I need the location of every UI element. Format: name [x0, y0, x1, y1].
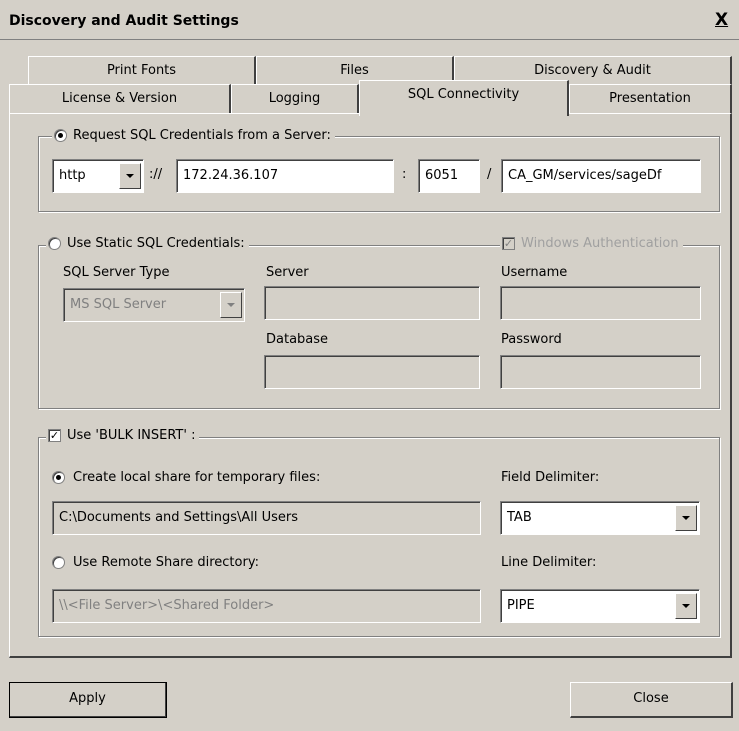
line-delimiter-label: Line Delimiter: — [501, 555, 597, 570]
tab-label: Print Fonts — [106, 63, 177, 78]
static-credentials-legend[interactable]: Use Static SQL Credentials: — [46, 236, 249, 251]
tab-label: Logging — [268, 91, 321, 106]
field-delimiter-label: Field Delimiter: — [501, 470, 600, 485]
tab-print-fonts[interactable]: Print Fonts — [28, 56, 256, 86]
chevron-down-icon[interactable] — [220, 292, 242, 318]
tab-license-version[interactable]: License & Version — [9, 84, 231, 114]
remote-share-label: Use Remote Share directory: — [73, 555, 259, 570]
static-credentials-label: Use Static SQL Credentials: — [67, 236, 245, 251]
username-input[interactable] — [500, 286, 701, 320]
host-input[interactable]: 172.24.36.107 — [176, 159, 394, 193]
protocol-select[interactable]: http — [52, 159, 144, 193]
bulk-insert-label: Use 'BULK INSERT' : — [67, 428, 196, 443]
static-credentials-radio[interactable] — [48, 237, 61, 250]
username-label: Username — [501, 265, 568, 280]
bulk-insert-checkbox[interactable]: ✓ — [48, 429, 61, 442]
window-title: Discovery and Audit Settings — [9, 13, 239, 29]
line-delimiter-value: PIPE — [507, 598, 535, 613]
tab-logging[interactable]: Logging — [231, 84, 359, 114]
chevron-down-icon[interactable] — [675, 505, 697, 531]
chevron-down-icon[interactable] — [119, 163, 141, 189]
field-delimiter-value: TAB — [507, 510, 532, 525]
request-credentials-legend[interactable]: Request SQL Credentials from a Server: — [52, 128, 335, 143]
local-share-label: Create local share for temporary files: — [73, 470, 321, 485]
tab-label: License & Version — [61, 91, 178, 106]
local-share-path[interactable]: C:\Documents and Settings\All Users — [52, 501, 481, 535]
windows-auth-label: Windows Authentication — [521, 236, 679, 251]
local-share-option[interactable]: Create local share for temporary files: — [52, 470, 320, 485]
title-bar: Discovery and Audit Settings X — [0, 0, 739, 40]
apply-button[interactable]: Apply — [9, 682, 167, 718]
tab-presentation[interactable]: Presentation — [569, 84, 732, 114]
local-share-radio[interactable] — [52, 471, 65, 484]
path-separator: / — [487, 167, 492, 182]
server-input[interactable] — [264, 286, 480, 320]
tab-label: SQL Connectivity — [407, 87, 520, 102]
port-input[interactable]: 6051 — [418, 159, 480, 193]
server-label: Server — [266, 265, 309, 280]
windows-auth-checkbox[interactable]: ✓ — [502, 237, 515, 250]
scheme-separator: :// — [149, 167, 163, 182]
tab-label: Presentation — [609, 91, 691, 106]
windows-auth-option[interactable]: ✓ Windows Authentication — [500, 236, 683, 251]
line-delimiter-select[interactable]: PIPE — [500, 589, 700, 623]
remote-share-radio[interactable] — [52, 556, 65, 569]
database-input[interactable] — [264, 355, 480, 389]
password-label: Password — [501, 332, 562, 347]
bulk-insert-legend[interactable]: ✓ Use 'BULK INSERT' : — [46, 428, 200, 443]
close-icon[interactable]: X — [715, 10, 728, 30]
tab-label: Files — [340, 63, 369, 78]
server-type-value: MS SQL Server — [70, 297, 167, 312]
server-type-select[interactable]: MS SQL Server — [63, 288, 245, 322]
field-delimiter-select[interactable]: TAB — [500, 501, 700, 535]
database-label: Database — [266, 332, 329, 347]
chevron-down-icon[interactable] — [675, 593, 697, 619]
server-type-label: SQL Server Type — [63, 265, 170, 280]
password-input[interactable] — [500, 355, 701, 389]
request-credentials-radio[interactable] — [54, 129, 67, 142]
tab-label: Discovery & Audit — [534, 63, 651, 78]
request-credentials-label: Request SQL Credentials from a Server: — [73, 128, 331, 143]
remote-share-path[interactable]: \\<File Server>\<Shared Folder> — [52, 589, 481, 623]
remote-share-option[interactable]: Use Remote Share directory: — [52, 555, 259, 570]
path-input[interactable]: CA_GM/services/sageDf — [501, 159, 701, 193]
protocol-value: http — [59, 168, 86, 183]
port-separator: : — [402, 167, 407, 182]
tab-sql-connectivity[interactable]: SQL Connectivity — [359, 80, 569, 116]
close-button[interactable]: Close — [570, 682, 733, 718]
